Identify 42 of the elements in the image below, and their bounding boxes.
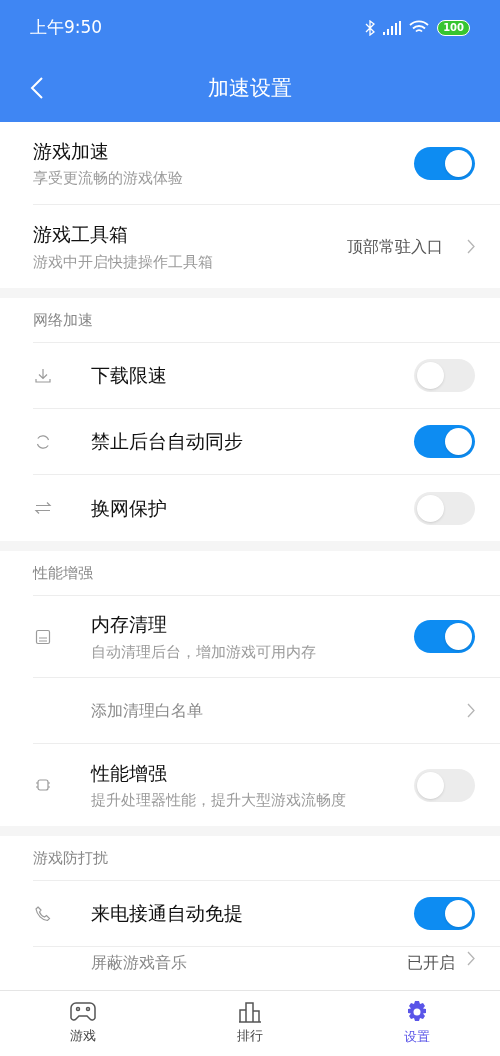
- setting-title: 换网保护: [91, 495, 168, 521]
- setting-description: 提升处理器性能，提升大型游戏流畅度: [91, 790, 347, 811]
- toggle-switch[interactable]: [414, 768, 475, 802]
- nav-tab[interactable]: 设置: [333, 991, 500, 1056]
- bar-chart-icon: [238, 1001, 262, 1024]
- gamepad-icon: [70, 1001, 97, 1024]
- setting-title: 性能增强: [91, 760, 168, 786]
- setting-title: 来电接通自动免提: [91, 901, 244, 927]
- toggle-switch[interactable]: [414, 491, 475, 525]
- toggle-switch[interactable]: [414, 897, 475, 930]
- toggle-switch[interactable]: [414, 146, 475, 180]
- setting-title: 游戏加速: [33, 138, 110, 164]
- setting-title: 游戏工具箱: [33, 222, 129, 247]
- setting-link[interactable]: 屏蔽游戏音乐: [91, 951, 407, 975]
- setting-value: 顶部常驻入口: [347, 235, 443, 258]
- chevron-right-icon: [467, 239, 475, 254]
- bluetooth-icon: [365, 19, 376, 36]
- section-header: 性能增强: [33, 562, 93, 584]
- setting-description: 游戏中开启快捷操作工具箱: [33, 251, 214, 273]
- wifi-icon: [409, 20, 430, 35]
- chevron-right-icon: [467, 703, 475, 718]
- section-header: 游戏防打扰: [33, 847, 108, 869]
- setting-description: 自动清理后台，增加游戏可用内存: [91, 641, 317, 663]
- setting-title: 下载限速: [91, 363, 168, 389]
- toggle-switch[interactable]: [414, 620, 475, 653]
- back-icon: [30, 77, 44, 99]
- back-button[interactable]: [30, 77, 44, 99]
- setting-value: 已开启: [407, 952, 455, 974]
- nav-tab[interactable]: 游戏: [0, 991, 167, 1056]
- toggle-switch[interactable]: [414, 359, 475, 392]
- setting-description: 享受更流畅的游戏体验: [33, 168, 184, 189]
- setting-title: 禁止后台自动同步: [91, 429, 244, 455]
- setting-title: 内存清理: [91, 612, 168, 637]
- chevron-right-icon: [467, 951, 475, 966]
- toggle-switch[interactable]: [414, 425, 475, 458]
- nav-tab[interactable]: 排行: [166, 991, 334, 1056]
- setting-link[interactable]: 添加清理白名单: [91, 698, 467, 723]
- battery-indicator: 100: [437, 19, 470, 36]
- section-header: 网络加速: [33, 309, 93, 331]
- signal-icon: [383, 20, 402, 35]
- status-time: 上午9:50: [30, 15, 103, 39]
- page-title: 加速设置: [208, 74, 292, 102]
